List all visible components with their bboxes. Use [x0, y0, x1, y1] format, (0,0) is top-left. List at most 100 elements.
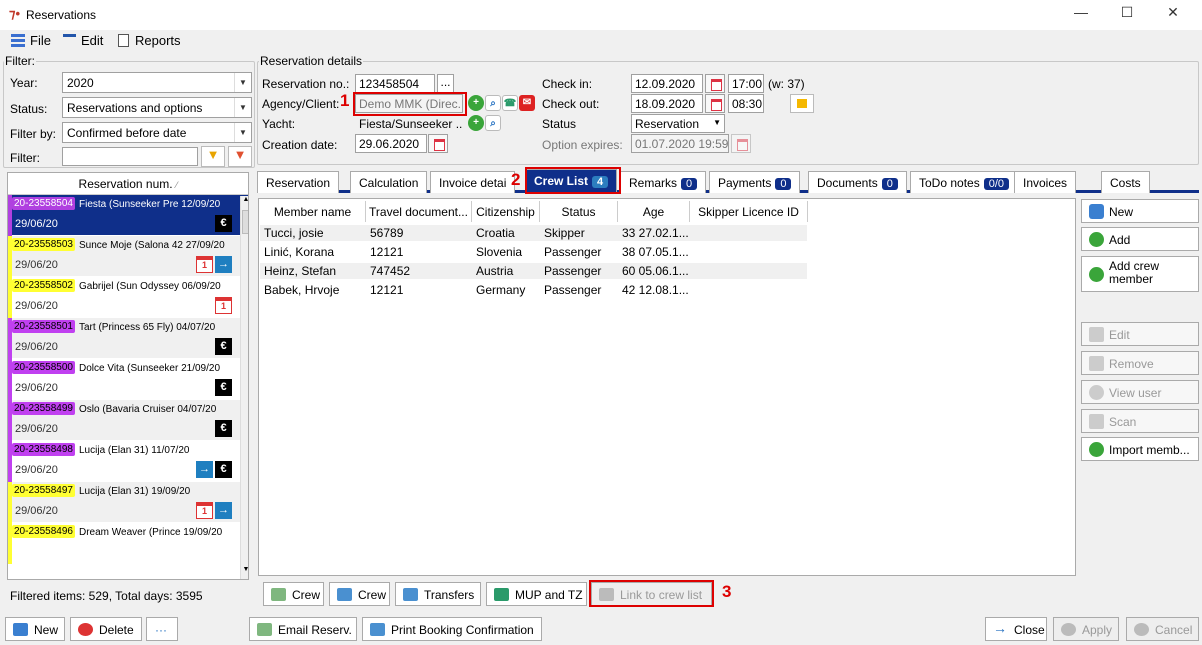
filter-input[interactable]: [62, 147, 198, 166]
crew-button[interactable]: Crew: [263, 582, 324, 606]
tab-invoices[interactable]: Invoices: [1014, 171, 1077, 193]
app-logo-icon: ⁊•: [9, 6, 21, 21]
list-item[interactable]: 20-23558497 Lucija (Elan 31) 19/09/20 29/0…: [8, 482, 248, 523]
table-cell: Slovenia: [476, 245, 523, 259]
tab-costs[interactable]: Costs: [1101, 171, 1150, 193]
tab-calculation[interactable]: Calculation: [350, 171, 428, 193]
resno-input[interactable]: 123458504: [355, 74, 435, 93]
creation-input[interactable]: 29.06.2020: [355, 134, 427, 153]
filter-by-select[interactable]: Confirmed before date ▼: [62, 122, 252, 143]
add-agency-icon[interactable]: +: [468, 95, 484, 111]
euro-icon: €: [215, 338, 232, 355]
list-item[interactable]: 20-23558502 Gabrijel (Sun Odyssey 06/09/2…: [8, 277, 248, 318]
table-row[interactable]: Babek, Hrvoje 12121 Germany Passenger 42 12.…: [260, 282, 807, 298]
tab-documents[interactable]: Documents 0: [808, 171, 907, 193]
tab-todo-notes[interactable]: ToDo notes 0/0: [910, 171, 1018, 193]
chevron-down-icon: ▼: [234, 123, 251, 142]
highlight-link-crew: [589, 580, 714, 607]
status-value: Reservations and options: [67, 101, 203, 115]
add-crew-member-button[interactable]: Add crew member: [1081, 256, 1199, 292]
edit-button[interactable]: Edit: [1081, 322, 1199, 346]
grid-header[interactable]: Skipper Licence ID: [690, 201, 808, 222]
filter-text-label: Filter:: [10, 151, 40, 165]
year-select[interactable]: 2020 ▼: [62, 72, 252, 93]
tab-invoice-detai[interactable]: Invoice detai: [430, 171, 516, 193]
checkout-time-input[interactable]: 08:30: [728, 94, 764, 113]
checkin-input[interactable]: 12.09.2020: [631, 74, 703, 93]
tab-remarks[interactable]: Remarks 0: [620, 171, 707, 193]
phone-icon[interactable]: ☎: [502, 95, 518, 111]
tab-reservation[interactable]: Reservation: [257, 171, 340, 193]
res-status-label: Status: [542, 117, 577, 131]
list-item[interactable]: 20-23558503 Sunce Moje (Salona 42 27/09/2…: [8, 236, 248, 277]
list-item[interactable]: 20-23558498 Lucija (Elan 31) 11/07/20 29/0…: [8, 441, 248, 482]
email-icon[interactable]: ✉: [519, 95, 535, 111]
list-item[interactable]: 20-23558499 Oslo (Bavaria Cruiser 04/07/2…: [8, 400, 248, 441]
calendar-icon[interactable]: [731, 134, 751, 153]
email-reservation-button[interactable]: Email Reserv.: [249, 617, 357, 641]
grid-header[interactable]: Member name: [260, 201, 366, 222]
list-scrollbar[interactable]: ▲ ▼: [240, 196, 248, 579]
table-row[interactable]: Linić, Korana 12121 Slovenia Passenger 38 07…: [260, 244, 807, 260]
tab-label: Invoice detai: [439, 176, 507, 190]
file-menu-icon: [11, 34, 25, 47]
print-confirmation-button[interactable]: Print Booking Confirmation: [362, 617, 542, 641]
clear-filter-icon[interactable]: ▼: [228, 146, 252, 167]
checkout-input[interactable]: 18.09.2020: [631, 94, 703, 113]
euro-icon: €: [215, 461, 232, 478]
grid-header[interactable]: Citizenship: [472, 201, 540, 222]
option-expires-input[interactable]: 01.07.2020 19:59: [631, 134, 729, 153]
table-row[interactable]: Tucci, josie 56789 Croatia Skipper 33 27.02.…: [260, 225, 807, 241]
chevron-down-icon: ▼: [713, 118, 721, 127]
grid-header[interactable]: Age: [618, 201, 690, 222]
close-button[interactable]: → Close: [985, 617, 1047, 641]
button-label: MUP and TZ: [515, 588, 583, 602]
table-row[interactable]: Heinz, Stefan 747452 Austria Passenger 60 05…: [260, 263, 807, 279]
grid-header[interactable]: Status: [540, 201, 618, 222]
menu-edit[interactable]: Edit: [81, 33, 103, 48]
minimize-button[interactable]: —: [1061, 4, 1101, 26]
table-cell: Tucci, josie: [264, 226, 324, 240]
list-column-header[interactable]: Reservation num. ⁄: [8, 173, 248, 195]
grid-header[interactable]: Travel document...: [366, 201, 472, 222]
reservation-id-chip: 20-23558496: [12, 525, 75, 538]
maximize-button[interactable]: ☐: [1107, 4, 1147, 26]
view-user-button[interactable]: View user: [1081, 380, 1199, 404]
res-status-select[interactable]: Reservation ▼: [631, 114, 725, 133]
resno-lookup-button[interactable]: ...: [437, 74, 454, 93]
list-item[interactable]: 20-23558501 Tart (Princess 65 Fly) 04/07/…: [8, 318, 248, 359]
transfers-button[interactable]: Transfers: [395, 582, 481, 606]
calendar-icon[interactable]: [705, 94, 725, 113]
new-button[interactable]: New: [1081, 199, 1199, 223]
add-icon: [1089, 232, 1104, 247]
more-button[interactable]: ···: [146, 617, 178, 641]
calendar-icon[interactable]: [428, 134, 448, 153]
delete-button[interactable]: Delete: [70, 617, 142, 641]
tab-payments[interactable]: Payments 0: [709, 171, 801, 193]
euro-icon: €: [215, 215, 232, 232]
remove-button[interactable]: Remove: [1081, 351, 1199, 375]
checkin-time-input[interactable]: 17:00: [728, 74, 764, 93]
cancel-button[interactable]: Cancel: [1126, 617, 1199, 641]
import-memb-button[interactable]: Import memb...: [1081, 437, 1199, 461]
list-item[interactable]: 20-23558496 Dream Weaver (Prince 19/09/20: [8, 523, 248, 564]
close-window-button[interactable]: ✕: [1153, 4, 1193, 26]
list-item[interactable]: 20-23558504 Fiesta (Sunseeker Pre 12/09/2…: [8, 195, 248, 236]
add-yacht-icon[interactable]: +: [468, 115, 484, 131]
menu-file[interactable]: File: [30, 33, 51, 48]
search-agency-icon[interactable]: ⌕: [485, 95, 501, 111]
chevron-down-icon: ▼: [234, 73, 251, 92]
funnel-icon[interactable]: ▼: [201, 146, 225, 167]
add-button[interactable]: Add: [1081, 227, 1199, 251]
new-reservation-button[interactable]: New: [5, 617, 65, 641]
calendar-icon[interactable]: [705, 74, 725, 93]
note-icon[interactable]: [790, 94, 814, 113]
mup-and-tz-button[interactable]: MUP and TZ: [486, 582, 587, 606]
apply-button[interactable]: Apply: [1053, 617, 1119, 641]
status-select[interactable]: Reservations and options ▼: [62, 97, 252, 118]
menu-reports[interactable]: Reports: [135, 33, 181, 48]
list-item[interactable]: 20-23558500 Dolce Vita (Sunseeker 21/09/2…: [8, 359, 248, 400]
crew-button[interactable]: Crew: [329, 582, 390, 606]
search-yacht-icon[interactable]: ⌕: [485, 115, 501, 131]
scan-button[interactable]: Scan: [1081, 409, 1199, 433]
